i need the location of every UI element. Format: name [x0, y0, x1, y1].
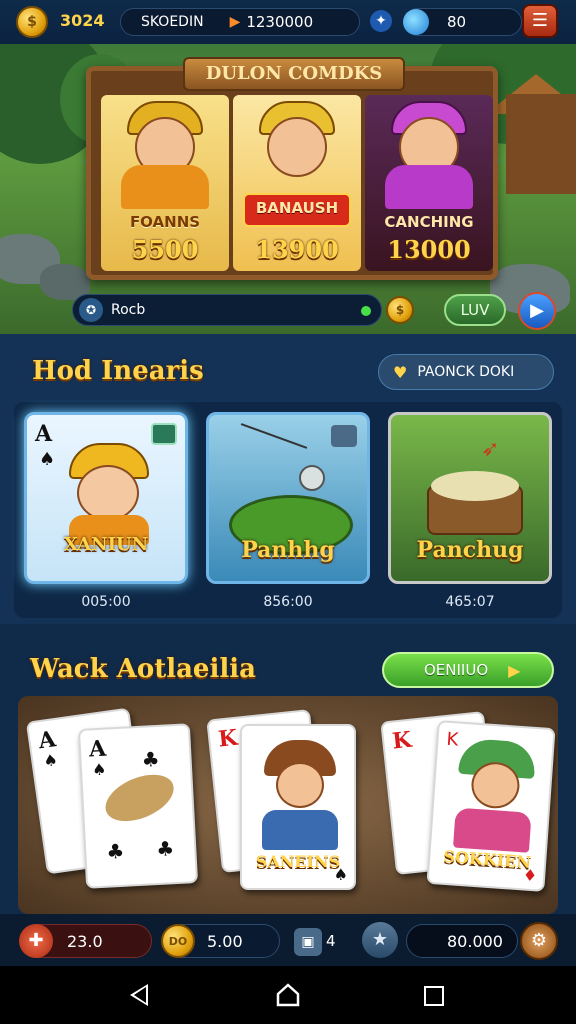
score-value: 1230000 [246, 13, 314, 31]
featured-panel-1[interactable]: FOANNS 5500 [101, 95, 229, 271]
star-icon[interactable]: ★ [362, 922, 398, 958]
game-card-2[interactable]: Panhhg [206, 412, 370, 584]
spade-icon: ♠ [39, 449, 56, 470]
gem-icon [403, 9, 429, 35]
top-bar: $ 3024 SKOEDIN ▶ 1230000 ✦ 80 ☰ [0, 0, 576, 44]
board-title: DULON COMDKS [183, 57, 405, 91]
home-icon[interactable] [275, 982, 301, 1008]
health-pill[interactable]: ✚ 23.0 [19, 924, 152, 958]
gems-pill[interactable]: 80 [403, 8, 522, 36]
info-icon [331, 425, 357, 447]
section-title: Hod Inearis [32, 356, 204, 386]
coin-icon: $ [16, 6, 48, 38]
coin-icon: DO [161, 924, 195, 958]
plus-icon: ✚ [19, 924, 53, 958]
hamburger-menu-icon: ☰ [531, 10, 549, 31]
spade-icon: ♠ [42, 750, 59, 771]
playing-card[interactable]: A ♠ ♣ ♣ ♣ [77, 723, 199, 889]
coin-count: 3024 [60, 11, 105, 30]
section-wack: Wack Aotlaeilia OENIIUO ▶ A ♠ A ♠ ♣ ♣ ♣ … [0, 624, 576, 914]
section-action-button[interactable]: ♥ PAONCK DOKI [378, 354, 554, 390]
lvl-button[interactable]: LUV [444, 294, 506, 326]
heart-icon: K [445, 728, 460, 751]
status-row: ✪ Rocb $ LUV ▶ [0, 286, 576, 334]
card-table: A ♠ A ♠ ♣ ♣ ♣ K SANEINS ♠ K K SOKKIEN ♦ [18, 696, 558, 914]
globe-icon: ✪ [79, 298, 103, 322]
heart-icon: ♥ [393, 362, 408, 382]
status-pill[interactable]: ✪ Rocb [72, 294, 382, 326]
card-rank: A [35, 421, 53, 447]
bag-icon[interactable]: ▣ [294, 928, 322, 956]
card-timer: 005:00 [81, 594, 131, 610]
featured-board: DULON COMDKS FOANNS 5500 BANAUSH 13900 C… [86, 57, 498, 280]
menu-button[interactable]: ☰ [522, 4, 558, 38]
coin-value: 5.00 [207, 931, 243, 951]
card-timer: 465:07 [445, 594, 495, 610]
health-value: 23.0 [67, 931, 103, 951]
club-icon: ♣ [155, 836, 175, 862]
lvl-label: LUV [460, 301, 490, 319]
player-name-pill[interactable]: SKOEDIN ▶ 1230000 [120, 8, 360, 36]
game-card-3[interactable]: ➶ Panchug [388, 412, 552, 584]
bird-icon: ➶ [481, 437, 500, 462]
spade-icon: ♠ [333, 865, 348, 884]
arrow-right-icon: ▶ [508, 660, 521, 680]
settings-icon[interactable]: ⚙ [520, 922, 558, 960]
section-button-label: OENIIUO [424, 661, 489, 679]
section-hot: Hod Inearis ♥ PAONCK DOKI A ♠ XANIUN 005… [0, 334, 576, 624]
coin-pill[interactable]: DO 5.00 [161, 924, 280, 958]
card-label: Panchug [416, 537, 524, 563]
section-title: Wack Aotlaeilia [30, 654, 256, 684]
game-cards-row: A ♠ XANIUN 005:00 Panhhg 856:00 ➶ Panchu… [14, 402, 562, 618]
balance-value: 80.000 [447, 931, 503, 951]
gem-count: 80 [447, 13, 467, 31]
club-icon: ♣ [140, 746, 161, 772]
diamond-icon: ♦ [522, 865, 538, 886]
play-button[interactable]: ▶ [518, 292, 556, 330]
coin-icon[interactable]: $ [386, 296, 414, 324]
bottom-bar: ✚ 23.0 DO 5.00 ▣ 4 ★ 80.000 ⚙ [0, 914, 576, 966]
card-rank: A [88, 735, 107, 763]
item-count: 4 [326, 932, 336, 950]
section-button-label: PAONCK DOKI [417, 364, 515, 380]
character-avatar [276, 762, 324, 808]
section-action-button[interactable]: OENIIUO ▶ [382, 652, 554, 688]
recents-icon[interactable] [424, 986, 444, 1006]
add-icon[interactable]: ✦ [370, 10, 392, 32]
card-rank: K [217, 724, 239, 753]
panel-name: FOANNS [129, 213, 201, 231]
character-avatar [267, 117, 327, 177]
featured-panel-3[interactable]: CANCHING 13000 [365, 95, 493, 271]
badge-icon [151, 423, 177, 445]
panel-name: CANCHING [384, 213, 474, 231]
panel-value: 13900 [255, 235, 339, 264]
balance-pill[interactable]: 80.000 [406, 924, 518, 958]
character-avatar [77, 465, 139, 521]
playing-card[interactable]: SANEINS ♠ [240, 724, 356, 890]
online-indicator-icon [361, 306, 371, 316]
panel-value: 13000 [387, 235, 471, 264]
panel-value: 5500 [131, 235, 199, 264]
status-label: Rocb [111, 302, 146, 318]
player-name: SKOEDIN [141, 14, 204, 30]
playing-card[interactable]: K SOKKIEN ♦ [426, 720, 556, 892]
play-arrow-icon: ▶ [229, 14, 241, 30]
game-card-1[interactable]: A ♠ XANIUN [24, 412, 188, 584]
panel-name: BANAUSH [255, 199, 339, 217]
card-timer: 856:00 [263, 594, 313, 610]
card-rank: K [391, 726, 413, 755]
spade-icon: ♠ [91, 759, 107, 780]
featured-panel-2[interactable]: BANAUSH 13900 [233, 95, 361, 271]
character-avatar [299, 465, 325, 491]
card-label: XANIUN [63, 534, 149, 555]
system-nav-bar [0, 966, 576, 1024]
card-label: Panhhg [241, 537, 335, 563]
play-icon: ▶ [530, 300, 544, 321]
club-icon: ♣ [105, 838, 125, 864]
